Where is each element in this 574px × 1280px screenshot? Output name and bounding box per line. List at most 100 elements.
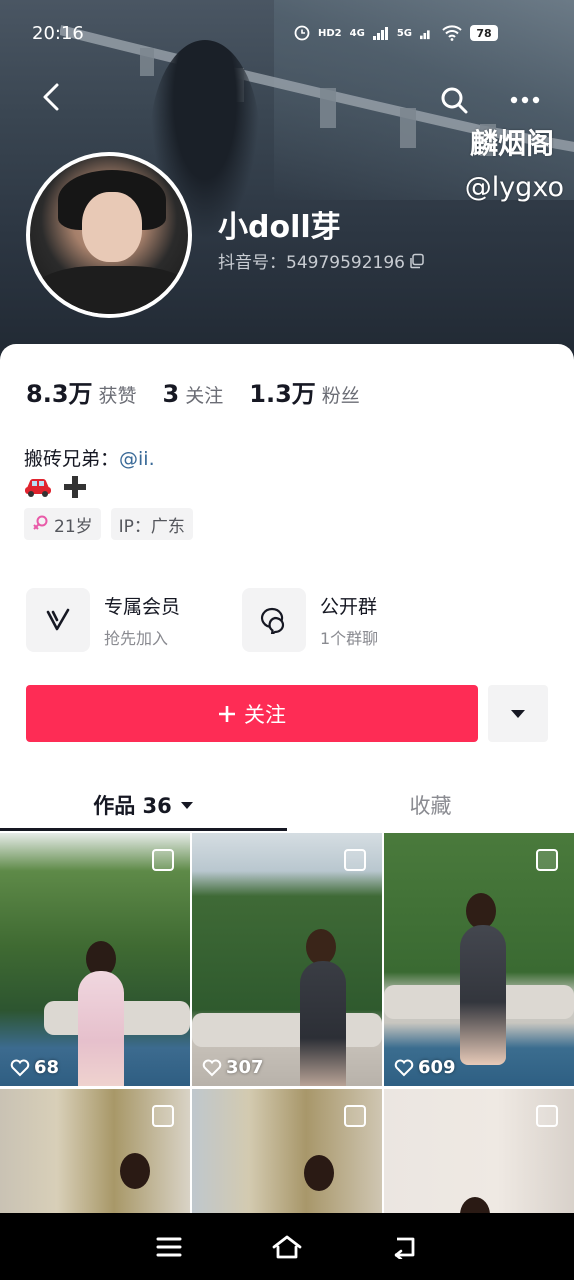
wifi-icon <box>442 25 462 41</box>
stats-row: 8.3万 获赞 3 关注 1.3万 粉丝 <box>26 374 386 409</box>
video-person <box>460 925 506 1065</box>
bio-prefix: 搬砖兄弟： <box>24 448 120 470</box>
hd-indicator: HD2 <box>318 27 342 39</box>
car-emoji-icon <box>25 479 51 497</box>
status-icons: HD2 4G 5G 78 <box>294 25 498 41</box>
tab-works[interactable]: 作品 36 <box>0 778 287 832</box>
back-button[interactable] <box>26 72 76 122</box>
stat-likes-num: 8.3万 <box>26 380 93 408</box>
stat-likes[interactable]: 8.3万 获赞 <box>26 374 137 409</box>
tag-ip-text: IP：广东 <box>118 516 185 537</box>
home-icon <box>272 1235 302 1258</box>
back-arrow-icon <box>394 1237 415 1259</box>
heart-icon <box>394 1059 414 1076</box>
avatar[interactable] <box>26 152 192 318</box>
video-person-head <box>304 1155 334 1191</box>
stat-likes-label: 获赞 <box>98 385 137 407</box>
plus-emoji-icon <box>64 476 86 498</box>
tag-age-text: 21岁 <box>54 516 93 537</box>
female-icon <box>33 515 48 530</box>
battery-indicator: 78 <box>470 25 498 41</box>
profile-header-background: 20:16 HD2 4G 5G 78 麟烟阁 @lygxo 小doll芽 抖音号… <box>0 0 574 380</box>
video-person <box>78 971 124 1086</box>
tab-favorites-label: 收藏 <box>409 794 452 818</box>
video-likes: 307 <box>202 1057 264 1078</box>
heart-icon <box>202 1059 222 1076</box>
signal-icon-2 <box>420 30 430 40</box>
video-likes-count: 307 <box>226 1057 264 1078</box>
video-bench <box>192 1013 382 1047</box>
video-thumbnail[interactable]: 609 <box>384 833 574 1086</box>
multi-image-icon <box>536 1105 558 1127</box>
vip-v-icon <box>46 608 70 631</box>
watermark-title: 麟烟阁 <box>469 127 554 160</box>
watermark-handle: @lygxo <box>464 172 564 203</box>
caret-down-icon <box>180 801 193 809</box>
video-person-head <box>466 893 496 929</box>
group-subtitle: 1个群聊 <box>320 628 379 648</box>
bio-emoji-row <box>24 474 88 500</box>
multi-image-icon <box>536 849 558 871</box>
profile-nickname: 小doll芽 <box>218 210 341 245</box>
avatar-body <box>30 266 188 314</box>
system-nav-bar <box>0 1213 574 1280</box>
profile-id-row[interactable]: 抖音号：54979592196 <box>218 248 425 273</box>
member-entry[interactable]: 专属会员 抢先加入 <box>26 588 180 652</box>
member-title: 专属会员 <box>104 595 181 618</box>
follow-button-label: 关注 <box>244 702 286 727</box>
group-entry[interactable]: 公开群 1个群聊 <box>242 588 378 652</box>
status-bar: 20:16 HD2 4G 5G 78 <box>0 0 574 66</box>
group-title: 公开群 <box>320 595 378 618</box>
video-person-head <box>306 929 336 965</box>
nav-menu-button[interactable] <box>144 1222 194 1272</box>
video-likes: 609 <box>394 1057 456 1078</box>
video-thumbnail[interactable] <box>0 1089 190 1213</box>
avatar-face <box>82 192 142 262</box>
status-time: 20:16 <box>32 22 84 44</box>
video-thumbnail[interactable]: 307 <box>192 833 382 1086</box>
chevron-left-icon <box>43 83 59 111</box>
video-person <box>300 961 346 1086</box>
video-thumbnail[interactable] <box>384 1089 574 1213</box>
bio-text: 搬砖兄弟：@ii. <box>24 444 155 471</box>
plus-icon <box>219 705 235 722</box>
group-icon-box <box>242 588 306 652</box>
follow-button[interactable]: 关注 <box>26 685 478 742</box>
bio-mention-link[interactable]: @ii. <box>119 448 155 470</box>
nav-home-button[interactable] <box>262 1222 312 1272</box>
video-likes-count: 609 <box>418 1057 456 1078</box>
multi-image-icon <box>344 1105 366 1127</box>
stat-followers-num: 1.3万 <box>249 380 316 408</box>
search-button[interactable] <box>432 78 476 122</box>
5g-indicator: 5G <box>396 27 412 39</box>
stat-following[interactable]: 3 关注 <box>163 380 224 408</box>
content-tabs: 作品 36 收藏 <box>0 778 574 832</box>
copy-icon[interactable] <box>409 253 425 269</box>
group-chat-icon <box>260 607 285 634</box>
tag-age: 21岁 <box>24 508 101 540</box>
video-likes-count: 68 <box>34 1057 60 1078</box>
alarm-icon <box>294 25 310 41</box>
more-dots-icon <box>510 96 540 104</box>
caret-down-icon <box>511 709 525 718</box>
search-icon <box>441 87 468 114</box>
member-icon-box <box>26 588 90 652</box>
multi-image-icon <box>152 1105 174 1127</box>
heart-icon <box>10 1059 30 1076</box>
stat-following-num: 3 <box>162 380 180 408</box>
more-button[interactable] <box>500 78 550 122</box>
member-subtitle: 抢先加入 <box>104 628 169 648</box>
tab-favorites[interactable]: 收藏 <box>287 778 574 832</box>
stat-followers[interactable]: 1.3万 粉丝 <box>249 374 360 409</box>
nav-back-button[interactable] <box>380 1222 430 1272</box>
video-likes: 68 <box>10 1057 59 1078</box>
profile-douyin-id: 抖音号：54979592196 <box>218 253 405 273</box>
stat-following-label: 关注 <box>185 385 224 407</box>
video-thumbnail[interactable] <box>192 1089 382 1213</box>
tag-ip: IP：广东 <box>110 508 193 540</box>
signal-icon <box>372 27 388 40</box>
video-thumbnail[interactable]: 68 <box>0 833 190 1086</box>
menu-icon <box>156 1237 182 1256</box>
recommend-dropdown-button[interactable] <box>488 685 548 742</box>
multi-image-icon <box>344 849 366 871</box>
